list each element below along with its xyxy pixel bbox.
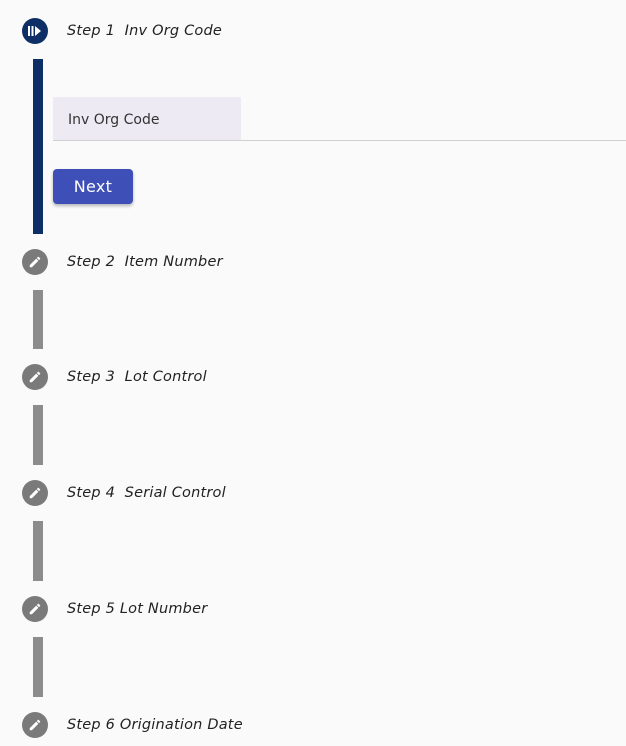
inv-org-code-field[interactable] — [53, 97, 241, 140]
step-5-connector — [33, 637, 43, 697]
step-1-label: Step 1 Inv Org Code — [67, 23, 223, 39]
step-active-icon — [22, 18, 48, 44]
step-3-connector — [33, 405, 43, 465]
step-2-header[interactable]: Step 2 Item Number — [22, 248, 223, 276]
pencil-icon — [22, 249, 48, 275]
step-3-header[interactable]: Step 3 Lot Control — [22, 363, 207, 391]
inv-org-code-input[interactable] — [53, 97, 241, 140]
pencil-icon — [22, 712, 48, 738]
next-button[interactable]: Next — [53, 169, 133, 204]
field-underline — [53, 140, 626, 141]
step-5-header[interactable]: Step 5 Lot Number — [22, 595, 207, 623]
step-4-connector — [33, 521, 43, 581]
pencil-icon — [22, 480, 48, 506]
step-1-header[interactable]: Step 1 Inv Org Code — [22, 17, 222, 45]
step-4-header[interactable]: Step 4 Serial Control — [22, 479, 226, 507]
step-2-label: Step 2 Item Number — [67, 254, 223, 270]
step-2-connector — [33, 290, 43, 349]
step-3-label: Step 3 Lot Control — [67, 369, 207, 385]
step-1-connector — [33, 59, 43, 234]
pencil-icon — [22, 364, 48, 390]
step-4-label: Step 4 Serial Control — [67, 485, 226, 501]
pencil-icon — [22, 596, 48, 622]
step-6-header[interactable]: Step 6 Origination Date — [22, 711, 243, 739]
step-5-label: Step 5 Lot Number — [67, 601, 208, 617]
step-6-label: Step 6 Origination Date — [67, 717, 243, 733]
